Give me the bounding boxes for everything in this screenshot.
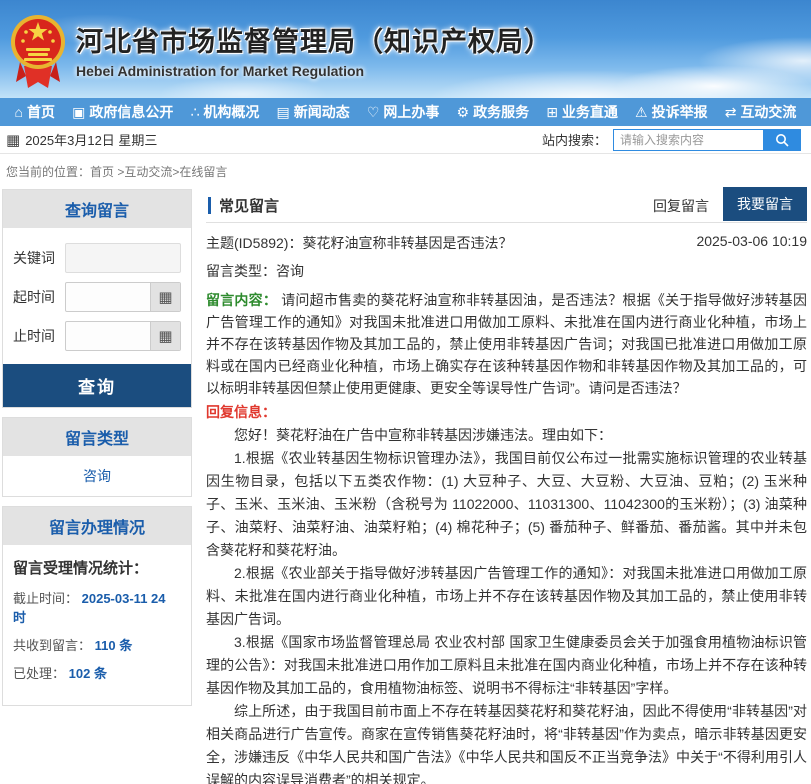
message-status-panel: 留言办理情况 留言受理情况统计： 截止时间： 2025-03-11 24 时 共… bbox=[2, 506, 192, 706]
nav-item-info-disclosure[interactable]: ▣ 政府信息公开 bbox=[72, 102, 173, 122]
nav-item-label: 新闻动态 bbox=[294, 102, 350, 122]
stat-row-deadline: 截止时间： 2025-03-11 24 时 bbox=[13, 588, 181, 626]
reply-paragraph: 2.根据《农业部关于指导做好涉转基因广告管理工作的通知》：对我国未批准进口用做加… bbox=[206, 562, 807, 631]
site-search: 站内搜索： bbox=[542, 129, 801, 151]
end-time-input[interactable] bbox=[66, 322, 150, 350]
nav-item-label: 业务直通 bbox=[562, 102, 618, 122]
start-time-calendar-icon[interactable]: ▦ bbox=[150, 283, 180, 311]
nav-item-gov-services[interactable]: ⚙ 政务服务 bbox=[457, 102, 530, 122]
message-type-title: 留言类型 bbox=[3, 418, 191, 456]
nav-item-label: 政府信息公开 bbox=[89, 102, 173, 122]
warning-icon: ⚠ bbox=[635, 104, 648, 121]
section-header: 常见留言 回复留言 我要留言 bbox=[206, 189, 807, 223]
message-type-link-consult[interactable]: 咨询 bbox=[3, 456, 191, 496]
query-panel: 查询留言 关键词 起时间 ▦ 止时间 bbox=[2, 189, 192, 408]
calendar-icon: ▦ bbox=[6, 131, 20, 149]
site-header: 河北省市场监督管理局（知识产权局） Hebei Administration f… bbox=[0, 0, 811, 98]
stat-value: 110 条 bbox=[95, 638, 133, 653]
nav-item-business-direct[interactable]: ⊞ 业务直通 bbox=[546, 102, 618, 122]
message-date: 2025-03-06 10:19 bbox=[696, 233, 807, 253]
query-button[interactable]: 查询 bbox=[3, 364, 191, 407]
exchange-arrows-icon: ⇄ bbox=[725, 104, 737, 121]
reply-paragraph: 您好！葵花籽油在广告中宣称非转基因涉嫌违法。理由如下： bbox=[206, 424, 807, 447]
site-subtitle-en: Hebei Administration for Market Regulati… bbox=[76, 63, 552, 79]
site-search-button[interactable] bbox=[763, 129, 801, 151]
message-subject: 主题(ID5892)：葵花籽油宣称非转基因是否违法？ bbox=[206, 233, 512, 253]
end-time-label: 止时间 bbox=[13, 326, 65, 346]
stat-row-received: 共收到留言： 110 条 bbox=[13, 635, 181, 654]
nav-item-interaction[interactable]: ⇄ 互动交流 bbox=[725, 102, 797, 122]
message-subject-row: 主题(ID5892)：葵花籽油宣称非转基因是否违法？ 2025-03-06 10… bbox=[206, 233, 807, 253]
nav-item-label: 机构概况 bbox=[203, 102, 259, 122]
search-icon bbox=[775, 133, 789, 147]
heart-icon: ♡ bbox=[367, 104, 380, 121]
message-content: 留言内容： 请问超市售卖的葵花籽油宣称非转基因油，是否违法？根据《关于指导做好涉… bbox=[206, 289, 807, 399]
nav-item-label: 首页 bbox=[27, 102, 55, 122]
stat-value: 102 条 bbox=[69, 666, 107, 681]
section-title: 常见留言 bbox=[219, 195, 279, 216]
start-time-row: 起时间 ▦ bbox=[13, 282, 181, 312]
section-accent-bar bbox=[208, 197, 211, 214]
keyword-label: 关键词 bbox=[13, 248, 65, 268]
keyword-input[interactable] bbox=[65, 243, 181, 273]
reply-paragraph: 1.根据《农业转基因生物标识管理办法》，我国目前仅公布过一批需实施标识管理的农业… bbox=[206, 447, 807, 562]
message-type-panel: 留言类型 咨询 bbox=[2, 417, 192, 497]
nav-item-home[interactable]: ⌂ 首页 bbox=[15, 102, 55, 122]
site-search-input[interactable] bbox=[613, 129, 763, 151]
org-chart-icon: ∴ bbox=[190, 104, 199, 121]
breadcrumb: 您当前的位置：首页 >互动交流>在线留言 bbox=[0, 154, 811, 189]
home-icon: ⌂ bbox=[15, 104, 23, 120]
message-type-line: 留言类型：咨询 bbox=[206, 261, 807, 281]
nav-item-label: 政务服务 bbox=[473, 102, 529, 122]
stat-label: 共收到留言： bbox=[13, 638, 91, 653]
stat-label: 已处理： bbox=[13, 666, 65, 681]
start-time-label: 起时间 bbox=[13, 287, 65, 307]
site-title-block: 河北省市场监督管理局（知识产权局） Hebei Administration f… bbox=[76, 20, 552, 79]
message-content-text: 请问超市售卖的葵花籽油宣称非转基因油，是否违法？根据《关于指导做好涉转基因广告管… bbox=[206, 292, 807, 396]
reply-info-label: 回复信息： bbox=[206, 402, 807, 422]
main-nav: ⌂ 首页 ▣ 政府信息公开 ∴ 机构概况 ▤ 新闻动态 ♡ 网上办事 ⚙ 政务服… bbox=[0, 98, 811, 126]
query-panel-title: 查询留言 bbox=[3, 190, 191, 228]
post-message-button[interactable]: 我要留言 bbox=[723, 187, 807, 221]
sidebar: 查询留言 关键词 起时间 ▦ 止时间 bbox=[2, 189, 192, 784]
message-status-title: 留言办理情况 bbox=[3, 507, 191, 545]
end-time-row: 止时间 ▦ bbox=[13, 321, 181, 351]
window-grid-icon: ⊞ bbox=[546, 104, 558, 121]
stats-title: 留言受理情况统计： bbox=[13, 557, 181, 578]
nav-item-label: 互动交流 bbox=[740, 102, 796, 122]
gear-icon: ⚙ bbox=[457, 104, 470, 121]
end-time-calendar-icon[interactable]: ▦ bbox=[150, 322, 180, 350]
reply-paragraph: 3.根据《国家市场监督管理总局 农业农村部 国家卫生健康委员会关于加强食用植物油… bbox=[206, 631, 807, 700]
page: 河北省市场监督管理局（知识产权局） Hebei Administration f… bbox=[0, 0, 811, 784]
nav-item-complaints[interactable]: ⚠ 投诉举报 bbox=[635, 102, 708, 122]
news-icon: ▤ bbox=[277, 104, 290, 121]
current-date: 2025年3月12日 星期三 bbox=[25, 130, 157, 149]
nav-item-online-services[interactable]: ♡ 网上办事 bbox=[367, 102, 440, 122]
content-area: 查询留言 关键词 起时间 ▦ 止时间 bbox=[0, 189, 811, 784]
stat-row-processed: 已处理： 102 条 bbox=[13, 663, 181, 682]
reply-message-link[interactable]: 回复留言 bbox=[653, 196, 709, 216]
query-panel-body: 关键词 起时间 ▦ 止时间 ▦ bbox=[3, 228, 191, 364]
nav-item-label: 投诉举报 bbox=[652, 102, 708, 122]
stat-label: 截止时间： bbox=[13, 591, 78, 606]
site-search-label: 站内搜索： bbox=[542, 130, 607, 149]
document-icon: ▣ bbox=[72, 104, 85, 121]
message-stats: 留言受理情况统计： 截止时间： 2025-03-11 24 时 共收到留言： 1… bbox=[3, 545, 191, 705]
national-emblem-logo bbox=[10, 10, 66, 92]
nav-item-org-overview[interactable]: ∴ 机构概况 bbox=[190, 102, 259, 122]
site-title: 河北省市场监督管理局（知识产权局） bbox=[76, 20, 552, 59]
keyword-row: 关键词 bbox=[13, 243, 181, 273]
reply-paragraph: 综上所述，由于我国目前市面上不存在转基因葵花籽和葵花籽油，因此不得使用“非转基因… bbox=[206, 700, 807, 784]
main-content: 常见留言 回复留言 我要留言 主题(ID5892)：葵花籽油宣称非转基因是否违法… bbox=[206, 189, 807, 784]
message-content-label: 留言内容： bbox=[206, 292, 277, 308]
start-time-input[interactable] bbox=[66, 283, 150, 311]
nav-item-news[interactable]: ▤ 新闻动态 bbox=[277, 102, 350, 122]
nav-item-label: 网上办事 bbox=[383, 102, 439, 122]
date-toolbar: ▦ 2025年3月12日 星期三 站内搜索： bbox=[0, 126, 811, 154]
